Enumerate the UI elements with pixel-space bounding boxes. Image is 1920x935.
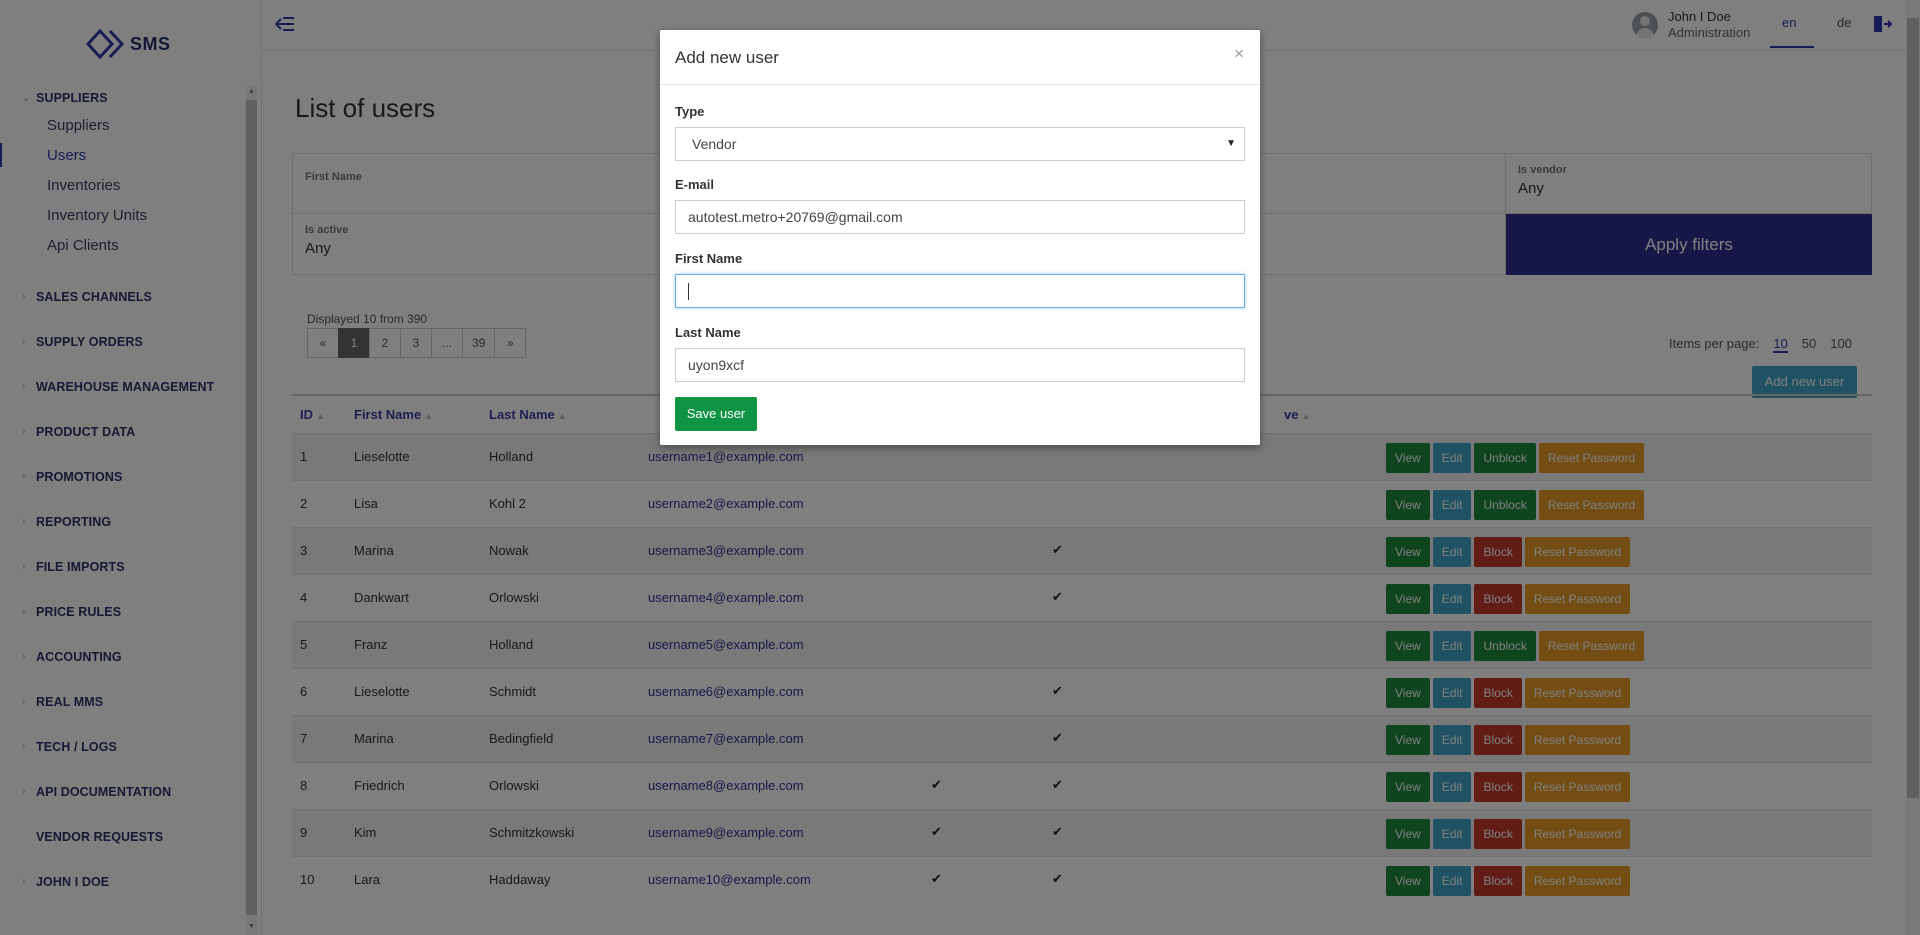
caret-down-icon: ▼	[1226, 138, 1236, 149]
close-icon[interactable]: ×	[1234, 44, 1244, 64]
save-user-button[interactable]: Save user	[675, 397, 757, 431]
type-select[interactable]: Vendor ▼	[675, 127, 1245, 161]
first-name-label: First Name	[675, 251, 743, 266]
type-label: Type	[675, 104, 705, 119]
modal-title: Add new user	[675, 48, 779, 67]
modal-header: Add new user	[660, 30, 1260, 85]
email-label: E-mail	[675, 177, 715, 192]
first-name-field[interactable]	[675, 274, 1245, 308]
type-select-value: Vendor	[692, 136, 737, 152]
last-name-field[interactable]: uyon9xcf	[675, 348, 1245, 382]
email-field[interactable]: autotest.metro+20769@gmail.com	[675, 200, 1245, 234]
add-user-modal: Add new user × Type Vendor ▼ E-mail auto…	[660, 30, 1260, 445]
last-name-label: Last Name	[675, 325, 741, 340]
